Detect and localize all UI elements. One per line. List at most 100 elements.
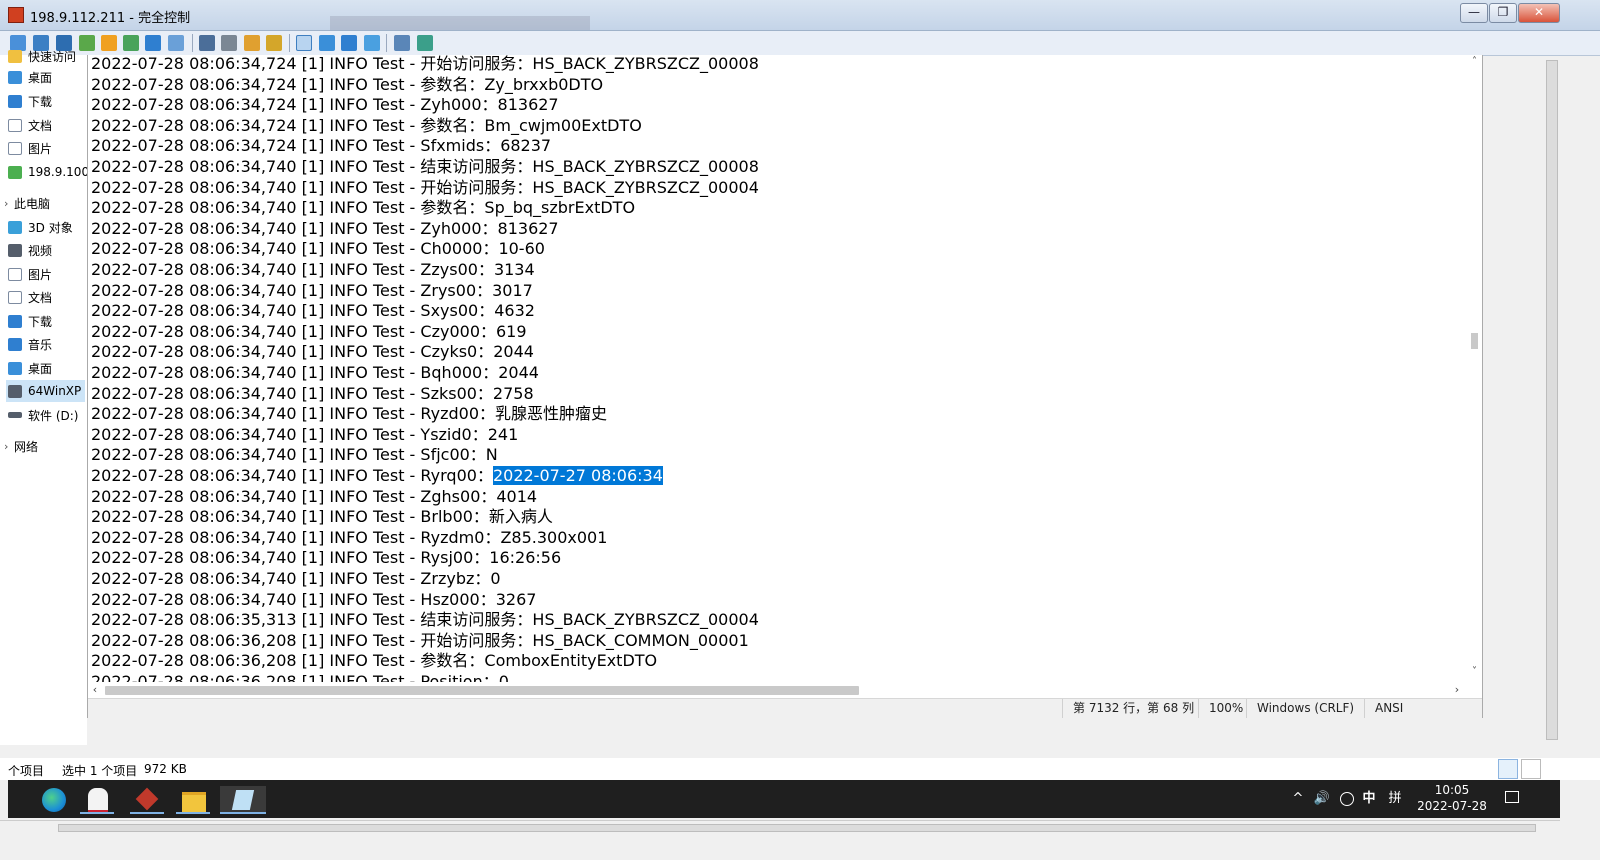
scale-icon[interactable]: [364, 35, 380, 51]
nav-item-quick-access[interactable]: 快速访问: [8, 45, 76, 67]
nav-item-pictures-2[interactable]: 图片: [8, 263, 52, 285]
ime-mode-icon[interactable]: 拼: [1384, 780, 1406, 818]
selected-text: 2022-07-27 08:06:34: [492, 466, 663, 485]
log-line: 2022-07-28 08:06:34,724 [1] INFO Test - …: [91, 74, 603, 95]
drive-icon: [8, 412, 22, 418]
log-line: 2022-07-28 08:06:34,740 [1] INFO Test - …: [91, 383, 534, 404]
lock-icon[interactable]: [244, 35, 260, 51]
text-editor[interactable]: 2022-07-28 08:06:34,724 [1] INFO Test - …: [88, 55, 1467, 682]
doctor-app-icon[interactable]: [80, 786, 114, 814]
outer-horizontal-scrollbar[interactable]: [0, 820, 1560, 835]
outer-vertical-scrollbar[interactable]: [1544, 0, 1560, 820]
details-view-icon[interactable]: [1498, 759, 1518, 779]
restore-button[interactable]: ❐: [1489, 3, 1517, 23]
log-line-text: 2022-07-28 08:06:34,740 [1] INFO Test - …: [91, 486, 538, 506]
scroll-up-icon[interactable]: ˄: [1467, 55, 1482, 69]
running-indicator: [130, 812, 164, 814]
drive-icon: [8, 384, 22, 398]
outer-vertical-scroll-thumb[interactable]: [1546, 60, 1558, 740]
log-line: 2022-07-28 08:06:34,740 [1] INFO Test - …: [91, 197, 635, 218]
log-line-text: 2022-07-28 08:06:34,740 [1] INFO Test - …: [91, 445, 498, 465]
horizontal-scroll-thumb[interactable]: [105, 686, 859, 695]
running-indicator: [176, 812, 210, 814]
chevron-right-icon[interactable]: ›: [4, 197, 14, 210]
navigation-pane: 快速访问 桌面 下载 文档 图片 198.9.100. › 此电脑 3D 对象 …: [0, 49, 93, 745]
download-icon: [8, 94, 22, 108]
log-line-text: 2022-07-28 08:06:34,740 [1] INFO Test - …: [91, 507, 553, 527]
tools-icon[interactable]: [417, 35, 433, 51]
nav-item-3d-objects[interactable]: 3D 对象: [8, 216, 73, 238]
window-icon[interactable]: [341, 35, 357, 51]
nav-label: 图片: [28, 267, 53, 282]
nav-item-downloads[interactable]: 下载: [8, 90, 52, 112]
nav-label: 桌面: [28, 361, 53, 376]
nav-item-music[interactable]: 音乐: [8, 333, 52, 355]
running-indicator: [220, 812, 266, 814]
background-window-title: [330, 16, 590, 30]
ime-indicator[interactable]: 中: [1358, 780, 1380, 818]
log-line-text: 2022-07-28 08:06:34,740 [1] INFO Test - …: [91, 218, 559, 238]
message-icon[interactable]: [168, 35, 184, 51]
nav-item-this-pc[interactable]: › 此电脑: [4, 192, 50, 214]
log-line: 2022-07-28 08:06:34,740 [1] INFO Test - …: [91, 218, 559, 239]
fit-window-icon[interactable]: [319, 35, 335, 51]
file-explorer-icon[interactable]: [176, 786, 210, 814]
nav-label: 快速访问: [28, 49, 77, 64]
log-line-text: 2022-07-28 08:06:34,740 [1] INFO Test - …: [91, 466, 493, 485]
unlock-icon[interactable]: [266, 35, 282, 51]
scroll-right-icon[interactable]: ›: [1450, 683, 1464, 697]
window-title: 198.9.112.211 - 完全控制: [30, 11, 191, 26]
upload-icon[interactable]: [199, 35, 215, 51]
pictures-icon: [8, 141, 22, 155]
nav-item-desktop-2[interactable]: 桌面: [8, 357, 52, 379]
users-icon[interactable]: [221, 35, 237, 51]
nav-item-documents[interactable]: 文档: [8, 114, 52, 136]
outer-horizontal-scroll-thumb[interactable]: [58, 824, 1536, 832]
vertical-scroll-thumb[interactable]: [1471, 333, 1478, 349]
nav-label: 198.9.100.: [28, 165, 93, 179]
transfer-icon[interactable]: [79, 35, 95, 51]
network-globe-icon[interactable]: [1336, 780, 1358, 818]
redbox-app-icon[interactable]: [130, 786, 164, 814]
copy-icon[interactable]: [394, 35, 410, 51]
log-line: 2022-07-28 08:06:34,724 [1] INFO Test - …: [91, 94, 559, 115]
large-icons-view-icon[interactable]: [1521, 759, 1541, 779]
nav-item-network-drive[interactable]: 198.9.100.: [8, 161, 93, 183]
notepad-statusbar: 第 7132 行，第 68 列 100% Windows (CRLF) ANSI: [88, 698, 1482, 718]
log-line: 2022-07-28 08:06:34,740 [1] INFO Test - …: [91, 444, 498, 465]
nav-item-downloads-2[interactable]: 下载: [8, 310, 52, 332]
nav-item-network[interactable]: › 网络: [4, 435, 38, 457]
log-line-text: 2022-07-28 08:06:34,740 [1] INFO Test - …: [91, 157, 759, 176]
encoding: ANSI: [1364, 699, 1482, 718]
log-line: 2022-07-28 08:06:34,740 [1] INFO Test - …: [91, 156, 759, 177]
log-line-text: 2022-07-28 08:06:34,740 [1] INFO Test - …: [91, 383, 534, 403]
fullscreen-icon[interactable]: [296, 35, 312, 51]
chat-icon[interactable]: [123, 35, 139, 51]
vertical-scrollbar[interactable]: ˄ ˅: [1467, 55, 1482, 682]
nav-item-pictures[interactable]: 图片: [8, 137, 52, 159]
nav-item-drive-d[interactable]: 软件 (D:): [8, 404, 78, 426]
scroll-down-icon[interactable]: ˅: [1467, 665, 1482, 679]
log-line: 2022-07-28 08:06:34,724 [1] INFO Test - …: [91, 135, 551, 156]
nav-item-videos[interactable]: 视频: [8, 239, 52, 261]
volume-icon[interactable]: 🔊: [1310, 780, 1334, 818]
clock[interactable]: 10:05 2022-07-28: [1412, 782, 1492, 814]
desktop-icon: [8, 361, 22, 375]
info-icon[interactable]: [101, 35, 117, 51]
nav-label: 网络: [14, 439, 39, 454]
notepad-icon[interactable]: [220, 786, 266, 814]
edge-icon[interactable]: [36, 786, 70, 814]
horizontal-scrollbar[interactable]: ‹ ›: [88, 682, 1467, 698]
minimize-button[interactable]: —: [1460, 3, 1488, 23]
nav-item-documents-2[interactable]: 文档: [8, 286, 52, 308]
notification-icon[interactable]: [1500, 780, 1524, 818]
log-line: 2022-07-28 08:06:36,208 [1] INFO Test - …: [91, 630, 749, 651]
nav-label: 下载: [28, 94, 53, 109]
chevron-right-icon[interactable]: ›: [4, 440, 14, 453]
tray-chevron-icon[interactable]: ^: [1288, 780, 1308, 818]
phone-icon[interactable]: [145, 35, 161, 51]
nav-item-64winxp[interactable]: 64WinXP: [6, 380, 85, 402]
scroll-left-icon[interactable]: ‹: [88, 683, 102, 697]
log-line: 2022-07-28 08:06:34,724 [1] INFO Test - …: [91, 55, 759, 74]
nav-item-desktop[interactable]: 桌面: [8, 66, 52, 88]
